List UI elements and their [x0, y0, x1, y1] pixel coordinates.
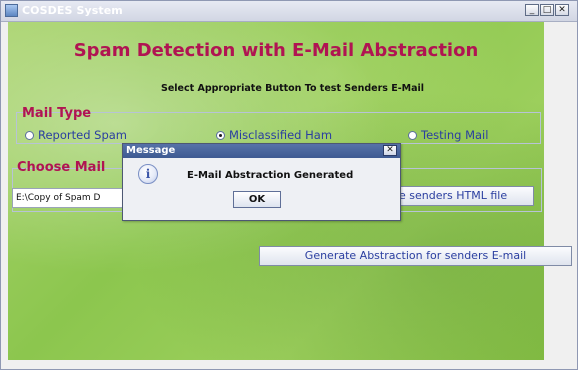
- radio-circle: [25, 130, 34, 140]
- ok-button[interactable]: OK: [233, 191, 281, 208]
- window-titlebar[interactable]: COSDES System _ □ ✕: [1, 1, 577, 22]
- radio-label: Testing Mail: [421, 128, 489, 142]
- maximize-button[interactable]: □: [540, 4, 554, 16]
- choose-mail-label: Choose Mail: [17, 160, 106, 175]
- info-icon: i: [138, 164, 158, 184]
- page-subtitle: Select Appropriate Button To test Sender…: [161, 83, 425, 94]
- page-title: Spam Detection with E-Mail Abstraction: [73, 40, 479, 61]
- dialog-message: E-Mail Abstraction Generated: [187, 170, 354, 181]
- radio-label: Misclassified Ham: [229, 128, 333, 142]
- minimize-button[interactable]: _: [525, 4, 539, 16]
- radio-misclassified-ham[interactable]: Misclassified Ham: [216, 128, 332, 142]
- dialog-titlebar[interactable]: Message ✕: [123, 144, 400, 158]
- app-window: COSDES System _ □ ✕ Spam Detection with …: [0, 0, 578, 370]
- mail-type-label: Mail Type: [22, 106, 92, 121]
- radio-circle: [408, 130, 417, 140]
- radio-label: Reported Spam: [38, 128, 128, 142]
- close-button[interactable]: ✕: [555, 4, 569, 16]
- dialog-close-button[interactable]: ✕: [383, 145, 397, 156]
- generate-abstraction-button[interactable]: Generate Abstraction for senders E-mail: [259, 246, 572, 266]
- radio-testing-mail[interactable]: Testing Mail: [408, 128, 488, 142]
- browse-html-file-button[interactable]: e senders HTML file: [390, 186, 534, 206]
- radio-reported-spam[interactable]: Reported Spam: [25, 128, 127, 142]
- app-icon: [5, 4, 18, 17]
- radio-circle-selected: [216, 130, 225, 140]
- dialog-title: Message: [126, 145, 176, 156]
- window-controls: _ □ ✕: [525, 4, 569, 16]
- window-title: COSDES System: [22, 4, 123, 17]
- message-dialog: Message ✕ i E-Mail Abstraction Generated…: [122, 143, 401, 221]
